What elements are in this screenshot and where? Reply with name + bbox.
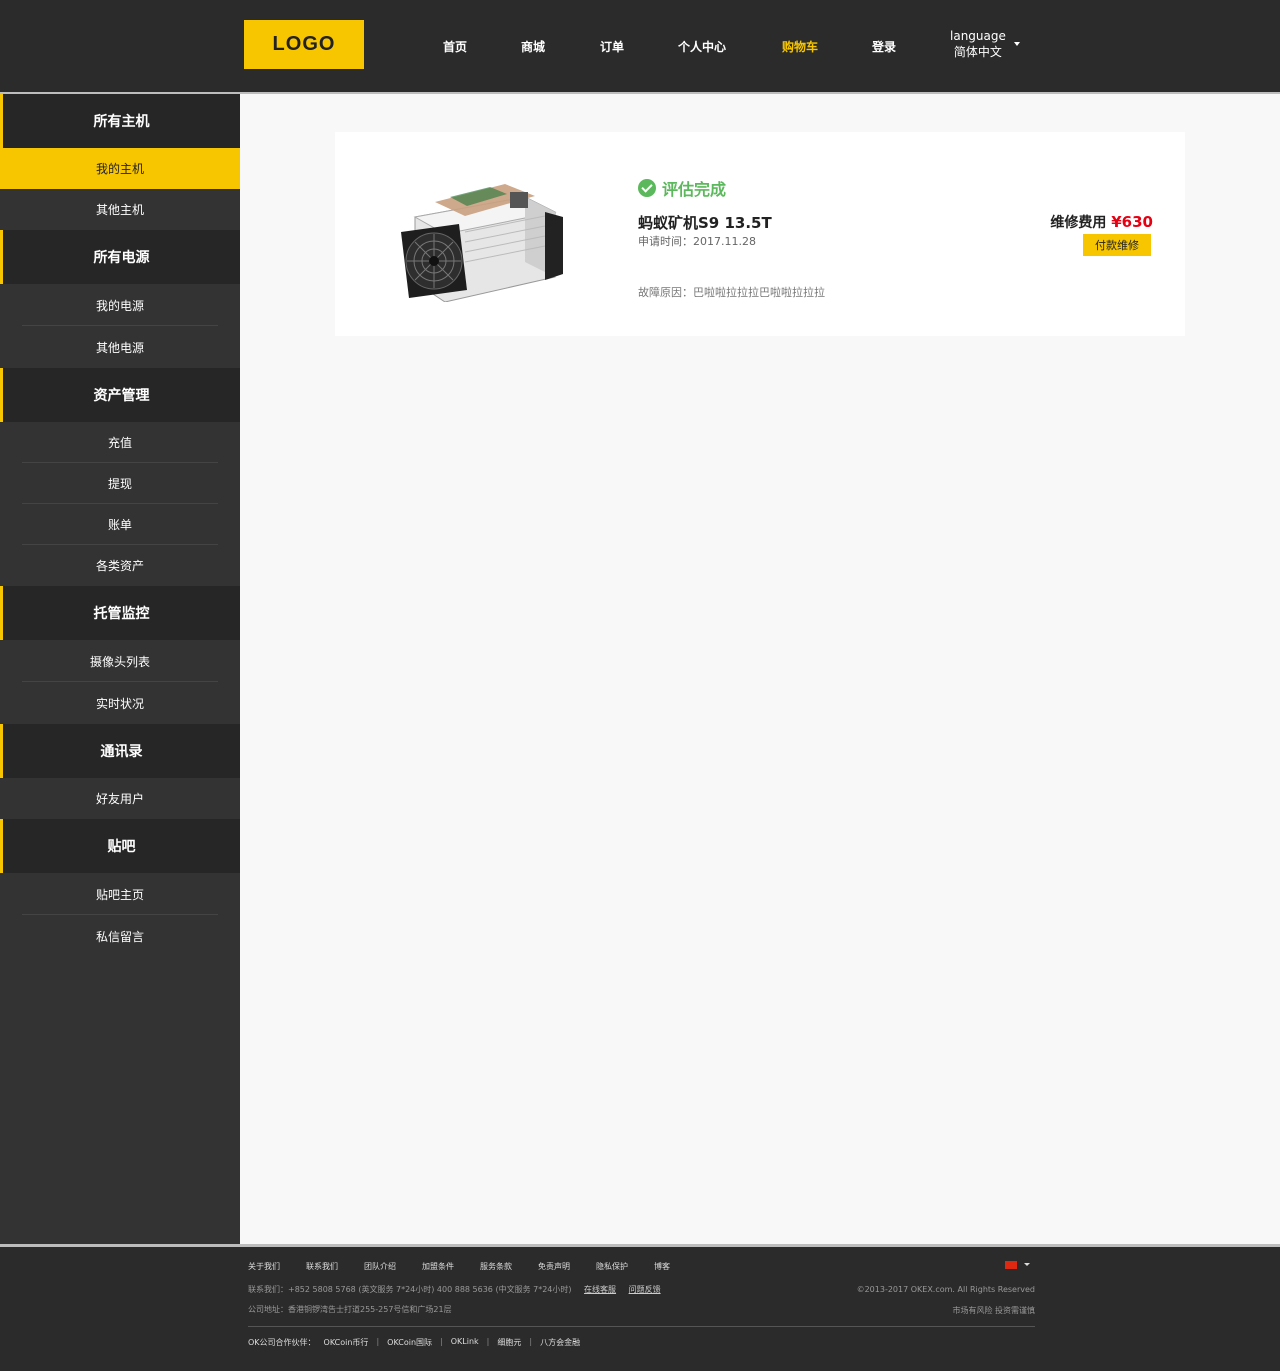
partner-link[interactable]: OKLink (451, 1337, 479, 1348)
chevron-down-icon[interactable] (1024, 1263, 1030, 1266)
footer-link-team[interactable]: 团队介绍 (364, 1261, 396, 1272)
fee-amount: ¥630 (1111, 213, 1153, 231)
fault-reason: 故障原因：巴啦啦拉拉拉巴啦啦拉拉拉 (638, 286, 825, 299)
nav-mall[interactable]: 商城 (521, 38, 545, 55)
nav-user-center[interactable]: 个人中心 (678, 38, 726, 55)
chevron-down-icon (1014, 42, 1020, 46)
status-badge: 评估完成 (638, 176, 726, 200)
nav-home[interactable]: 首页 (443, 38, 467, 55)
contact-text: 联系我们：+852 5808 5768 (英文服务 7*24小时) 400 88… (248, 1285, 572, 1294)
nav-login[interactable]: 登录 (872, 38, 896, 55)
partner-link[interactable]: 八方会金融 (540, 1337, 580, 1348)
sidebar-item-my-hosts[interactable]: 我的主机 (0, 148, 240, 189)
footer-copyright: ©2013-2017 OKEX.com. All Rights Reserved (856, 1285, 1035, 1294)
footer-links: 关于我们 联系我们 团队介绍 加盟条件 服务条款 免责声明 隐私保护 博客 (248, 1261, 696, 1272)
footer-link-privacy[interactable]: 隐私保护 (596, 1261, 628, 1272)
apply-date: 申请时间：2017.11.28 (638, 235, 756, 248)
pay-repair-button[interactable]: 付款维修 (1083, 234, 1151, 256)
language-label: language (950, 29, 1006, 43)
footer-rule (248, 1326, 1035, 1327)
separator: | (376, 1337, 380, 1346)
sidebar-item-all-assets[interactable]: 各类资产 (0, 545, 240, 586)
top-header: LOGO 首页 商城 订单 个人中心 购物车 登录 language 简体中文 (0, 0, 1280, 92)
sidebar-group-contacts[interactable]: 通讯录 (0, 724, 240, 778)
language-selector[interactable]: language 简体中文 (950, 28, 1020, 60)
sidebar: 所有主机 我的主机 其他主机 所有电源 我的电源 其他电源 资产管理 充值 提现… (0, 94, 240, 1244)
separator: | (486, 1337, 490, 1346)
footer: 关于我们 联系我们 团队介绍 加盟条件 服务条款 免责声明 隐私保护 博客 联系… (0, 1247, 1280, 1371)
miner-image (401, 184, 563, 302)
partners-label: OK公司合作伙伴： (248, 1338, 316, 1347)
footer-risk-notice: 市场有风险 投资需谨慎 (952, 1306, 1035, 1315)
sidebar-item-friends[interactable]: 好友用户 (0, 778, 240, 819)
sidebar-group-hosts[interactable]: 所有主机 (0, 94, 240, 148)
footer-address: 公司地址：香港铜锣湾告士打道255-257号信和广场21层 (248, 1305, 452, 1314)
sidebar-group-forum[interactable]: 贴吧 (0, 819, 240, 873)
footer-link-contact[interactable]: 联系我们 (306, 1261, 338, 1272)
footer-link-terms[interactable]: 服务条款 (480, 1261, 512, 1272)
footer-link-about[interactable]: 关于我们 (248, 1261, 280, 1272)
check-circle-icon (638, 179, 656, 197)
footer-link-disclaimer[interactable]: 免责声明 (538, 1261, 570, 1272)
sidebar-item-live-status[interactable]: 实时状况 (0, 682, 240, 724)
separator: | (529, 1337, 533, 1346)
sidebar-item-messages[interactable]: 私信留言 (0, 915, 240, 957)
partner-link[interactable]: 细胞元 (497, 1337, 521, 1348)
nav-cart[interactable]: 购物车 (782, 38, 818, 55)
sidebar-item-cameras[interactable]: 摄像头列表 (0, 640, 240, 682)
logo[interactable]: LOGO (244, 20, 364, 69)
footer-partners: OK公司合作伙伴： OKCoin币行 | OKCoin国际 | OKLink | 细胞… (248, 1337, 588, 1348)
sidebar-item-bills[interactable]: 账单 (0, 504, 240, 545)
separator: | (440, 1337, 443, 1346)
main-content: 评估完成 蚂蚁矿机S9 13.5T 申请时间：2017.11.28 故障原因：巴… (240, 94, 1280, 1244)
china-flag-icon[interactable] (1005, 1261, 1017, 1269)
sidebar-group-assets[interactable]: 资产管理 (0, 368, 240, 422)
sidebar-group-monitor[interactable]: 托管监控 (0, 586, 240, 640)
repair-fee: 维修费用 ¥630 (1050, 212, 1153, 232)
partner-link[interactable]: OKCoin币行 (324, 1337, 369, 1348)
sidebar-item-my-power[interactable]: 我的电源 (0, 284, 240, 326)
language-value: 简体中文 (953, 45, 1002, 59)
fee-label: 维修费用 (1050, 215, 1107, 231)
sidebar-group-power[interactable]: 所有电源 (0, 230, 240, 284)
footer-link-blog[interactable]: 博客 (654, 1261, 670, 1272)
online-service-link[interactable]: 在线客服 (584, 1285, 616, 1294)
repair-order-card: 评估完成 蚂蚁矿机S9 13.5T 申请时间：2017.11.28 故障原因：巴… (335, 132, 1185, 336)
feedback-link[interactable]: 问题反馈 (629, 1285, 661, 1294)
sidebar-item-other-hosts[interactable]: 其他主机 (0, 189, 240, 230)
footer-contact: 联系我们：+852 5808 5768 (英文服务 7*24小时) 400 88… (248, 1284, 661, 1295)
sidebar-item-forum-home[interactable]: 贴吧主页 (0, 873, 240, 915)
status-text: 评估完成 (662, 180, 727, 199)
product-name: 蚂蚁矿机S9 13.5T (638, 214, 772, 232)
partner-link[interactable]: OKCoin国际 (387, 1337, 432, 1348)
sidebar-item-withdraw[interactable]: 提现 (0, 463, 240, 504)
nav-orders[interactable]: 订单 (600, 38, 624, 55)
sidebar-item-other-power[interactable]: 其他电源 (0, 326, 240, 368)
sidebar-item-deposit[interactable]: 充值 (0, 422, 240, 463)
footer-link-join[interactable]: 加盟条件 (422, 1261, 454, 1272)
